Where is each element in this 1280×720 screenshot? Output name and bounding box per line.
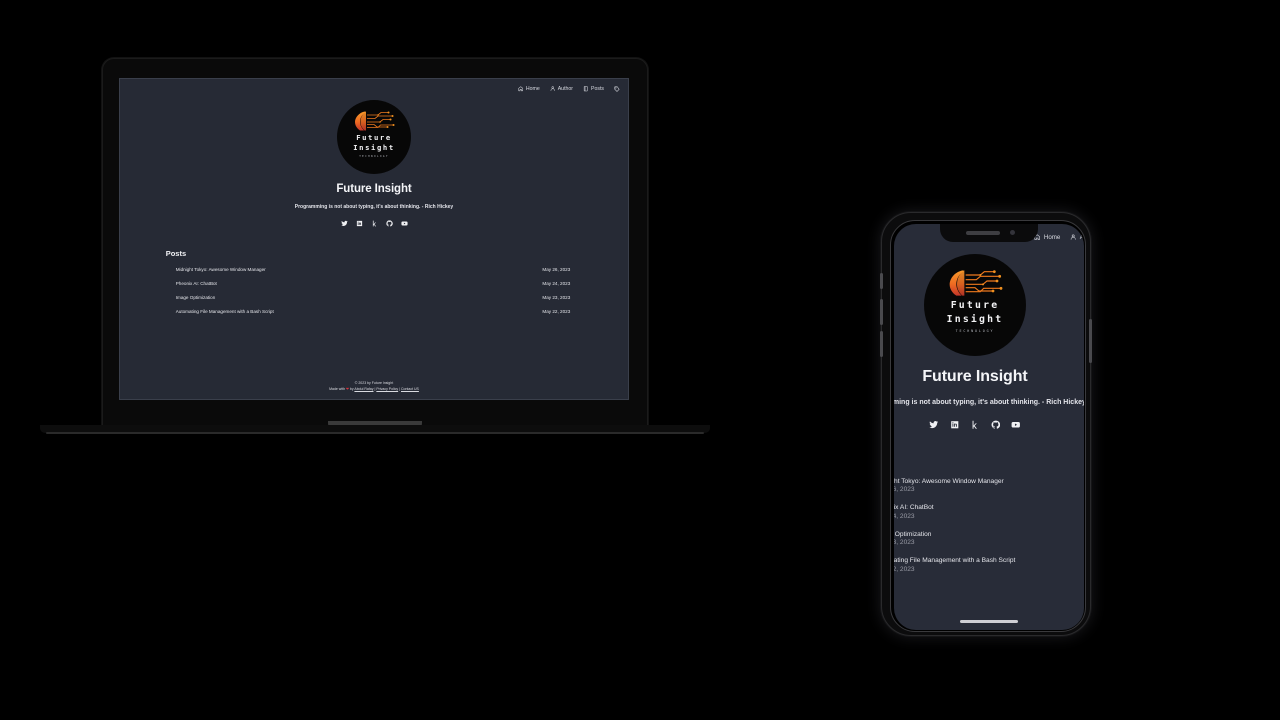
nav-label-posts: Posts [591, 86, 604, 92]
logo-line-3: TECHNOLOGY [359, 154, 389, 158]
post-date: May 22, 2023 [894, 565, 915, 573]
user-icon [550, 86, 556, 92]
twitter-icon[interactable] [340, 220, 348, 227]
post-title: Automating File Management with a Bash S… [894, 557, 1016, 564]
github-icon[interactable] [991, 420, 1001, 430]
nav-item-home-mobile[interactable]: Home [1034, 234, 1060, 241]
nav-label-home: Home [525, 86, 540, 92]
post-list-item[interactable]: Image Optimization May 23, 2023 [166, 295, 583, 300]
post-list-item[interactable]: Automating File Management with a Bash S… [166, 309, 583, 314]
website-desktop: Home Author Posts Future Insight TECHNOL… [120, 79, 628, 399]
logo-line-1: Future [356, 133, 392, 142]
post-title: Image Optimization [894, 530, 932, 538]
user-icon [1070, 234, 1076, 240]
nav-label-home-mobile: Home [1043, 234, 1061, 241]
navbar: Home Author Posts [120, 79, 628, 92]
nav-label-author-mobile: Author [1079, 234, 1084, 241]
phone-bezel: Home Author [890, 220, 1086, 632]
phone-volume-up-button[interactable] [880, 299, 883, 325]
phone-volume-down-button[interactable] [880, 331, 883, 357]
post-list-item[interactable]: Pheonix AI: ChatBot May 24, 2023 [166, 281, 583, 286]
phone-speaker [966, 231, 1000, 235]
phone-notch [940, 224, 1038, 242]
posts-heading-mobile: Posts [894, 456, 1084, 467]
post-title: Midnight Tokyo: Awesome Window Manager [894, 477, 1004, 485]
nav-item-home[interactable]: Home [518, 86, 540, 92]
nav-item-author-mobile[interactable]: Author [1070, 234, 1084, 241]
post-date: May 23, 2023 [894, 539, 915, 546]
footer-credits: Made with ❤ by Abdul Rafay | Privacy Pol… [120, 387, 628, 392]
logo-line-2: Insight [946, 314, 1004, 326]
site-logo-mobile[interactable]: Future Insight TECHNOLOGY [924, 254, 1026, 356]
phone-silent-switch[interactable] [880, 273, 883, 289]
post-list-item[interactable]: Midnight Tokyo: Awesome Window Manager M… [166, 267, 583, 272]
logo-wrapper-mobile: Future Insight TECHNOLOGY [894, 254, 1084, 356]
social-links [120, 220, 628, 227]
home-icon [518, 86, 524, 92]
laptop-screen: Home Author Posts Future Insight TECHNOL… [119, 78, 629, 400]
posts-section: Posts Midnight Tokyo: Awesome Window Man… [166, 249, 583, 314]
nav-label-author: Author [557, 86, 574, 92]
footer-author-link[interactable]: Abdul Rafay [354, 387, 373, 391]
post-date: May 26, 2023 [542, 267, 571, 272]
posts-section-mobile: Posts Midnight Tokyo: Awesome Window Man… [894, 456, 1084, 573]
post-date: May 22, 2023 [542, 309, 571, 314]
page-tagline: Programming is not about typing, it's ab… [294, 204, 454, 210]
post-date: May 24, 2023 [542, 281, 571, 286]
linkedin-icon[interactable] [950, 420, 960, 430]
post-list-item[interactable]: Pheonix AI: ChatBot May 24, 2023 [894, 504, 1084, 520]
nav-item-theme-tag[interactable] [614, 86, 620, 92]
phone-frame: Home Author [880, 212, 1092, 636]
youtube-icon[interactable] [1011, 420, 1021, 430]
footer-privacy-link[interactable]: Privacy Policy [376, 387, 398, 391]
kaggle-icon[interactable] [970, 420, 980, 430]
tag-icon [614, 86, 620, 92]
phone-front-camera [1010, 230, 1015, 235]
face-circuit-icon [949, 270, 1003, 296]
nav-item-posts[interactable]: Posts [583, 86, 604, 92]
laptop-mockup: Home Author Posts Future Insight TECHNOL… [40, 52, 710, 444]
footer-contact-link[interactable]: Contact US [401, 387, 419, 391]
logo-line-2: Insight [353, 143, 395, 153]
post-date: May 24, 2023 [894, 512, 915, 520]
phone-mockup: Home Author [878, 210, 1094, 638]
post-list-item[interactable]: Midnight Tokyo: Awesome Window Manager M… [894, 478, 1084, 494]
post-title: Midnight Tokyo: Awesome Window Manager [175, 267, 266, 272]
post-list-item[interactable]: Image Optimization May 23, 2023 [894, 531, 1084, 547]
post-title: Image Optimization [175, 295, 216, 300]
logo-line-3: TECHNOLOGY [955, 329, 995, 334]
logo-wrapper: Future Insight TECHNOLOGY [120, 100, 628, 174]
post-title: Automating File Management with a Bash S… [175, 309, 274, 314]
social-links-mobile [894, 420, 1084, 430]
phone-power-button[interactable] [1089, 319, 1092, 363]
footer-made-with: Made with [329, 386, 347, 391]
nav-item-author[interactable]: Author [550, 86, 573, 92]
website-mobile: Home Author [894, 224, 1084, 630]
post-date: May 23, 2023 [542, 295, 571, 300]
github-icon[interactable] [385, 220, 393, 227]
book-icon [583, 86, 589, 92]
page-title-mobile: Future Insight [922, 368, 1028, 385]
post-title: Pheonix AI: ChatBot [175, 281, 217, 286]
phone-viewport-content: Home Author [894, 224, 1084, 630]
posts-heading: Posts [165, 249, 187, 258]
phone-screen: Home Author [894, 224, 1084, 630]
page-tagline-mobile: Programming is not about typing, it's ab… [894, 399, 1084, 406]
page-title: Future Insight [336, 183, 412, 195]
youtube-icon[interactable] [400, 220, 408, 227]
post-date: May 26, 2023 [894, 486, 915, 493]
site-logo[interactable]: Future Insight TECHNOLOGY [337, 100, 411, 174]
laptop-base-edge [46, 432, 704, 434]
linkedin-icon[interactable] [356, 220, 363, 227]
twitter-icon[interactable] [929, 420, 939, 430]
site-footer: © 2023 by Future Insight Made with ❤ by … [120, 381, 628, 392]
kaggle-icon[interactable] [371, 220, 378, 227]
face-circuit-icon [355, 111, 395, 131]
post-list-item[interactable]: Automating File Management with a Bash S… [894, 557, 1084, 573]
phone-home-indicator[interactable] [960, 620, 1018, 623]
scene-root: Home Author Posts Future Insight TECHNOL… [0, 0, 1280, 720]
logo-line-1: Future [950, 300, 1000, 311]
post-title: Pheonix AI: ChatBot [894, 504, 934, 511]
